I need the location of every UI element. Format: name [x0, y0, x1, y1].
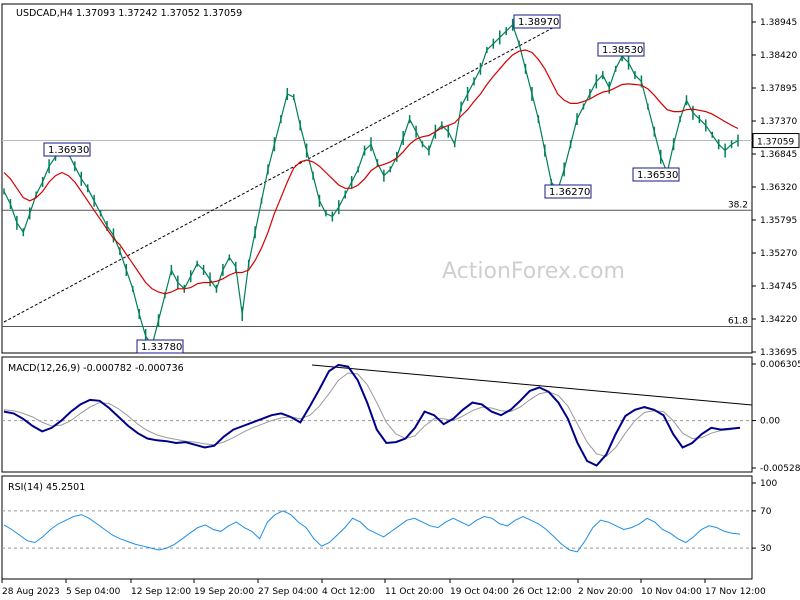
time-axis: 28 Aug 2023 5 Sep 04:00 12 Sep 12:00 19 Sep… — [1, 579, 766, 597]
time-tick-label: 11 Oct 20:00 — [385, 587, 444, 597]
price-tick-label: 1.38420 — [760, 51, 797, 61]
price-tick-label: 1.35795 — [760, 216, 797, 226]
pivot-label: 1.33780 — [141, 342, 182, 353]
time-tick-label: 27 Sep 04:00 — [258, 587, 318, 597]
macd-tick-label: 0.00 — [760, 417, 780, 427]
macd-title: MACD(12,26,9) -0.000782 -0.000736 — [8, 363, 184, 374]
rsi-tick-label: 100 — [760, 479, 777, 489]
time-tick-label: 12 Sep 12:00 — [131, 587, 191, 597]
time-tick-label: 19 Sep 20:00 — [194, 587, 254, 597]
rsi-tick-label: 30 — [760, 544, 772, 554]
pivot-label: 1.38970 — [518, 17, 559, 28]
rsi-border — [1, 475, 753, 580]
fib-label: 38.2 — [728, 200, 748, 210]
current-price-label: 1.37059 — [757, 138, 794, 148]
watermark: ActionForex.com — [442, 259, 625, 284]
price-tick-label: 1.37895 — [760, 84, 797, 94]
price-tick-label: 1.34745 — [760, 282, 797, 292]
fib-label: 61.8 — [728, 317, 748, 327]
price-tick-label: 1.36845 — [760, 150, 797, 160]
chart-frame — [1, 3, 753, 580]
price-tick-label: 1.37370 — [760, 117, 797, 127]
time-tick-label: 4 Oct 12:00 — [322, 587, 375, 597]
pivot-label: 1.36530 — [637, 170, 678, 181]
price-tick-label: 1.34220 — [760, 315, 797, 325]
pivot-label: 1.38530 — [602, 45, 643, 56]
time-tick-label: 5 Sep 04:00 — [66, 587, 121, 597]
pivot-label: 1.36930 — [48, 145, 89, 156]
rsi-title: RSI(14) 45.2501 — [8, 482, 85, 493]
price-tick-label: 1.36320 — [760, 183, 797, 193]
price-tick-label: 1.33695 — [760, 348, 797, 358]
time-tick-label: 2 Nov 20:00 — [578, 587, 633, 597]
pivot-label: 1.36270 — [549, 187, 590, 198]
time-tick-label: 28 Aug 2023 — [2, 587, 60, 597]
macd-tick-label: -0.005283 — [760, 464, 800, 474]
time-tick-label: 19 Oct 04:00 — [450, 587, 509, 597]
rsi-tick-label: 70 — [760, 507, 772, 517]
time-tick-label: 10 Nov 04:00 — [641, 587, 702, 597]
time-tick-label: 26 Oct 12:00 — [513, 587, 572, 597]
symbol-header: USDCAD,H4 1.37093 1.37242 1.37052 1.3705… — [16, 8, 242, 19]
price-tick-label: 1.35270 — [760, 249, 797, 259]
macd-tick-label: 0.006305 — [760, 360, 800, 370]
usdcad-h4-chart: 1.38945 1.38420 1.37895 1.37370 1.36845 1.363… — [1, 3, 800, 597]
time-tick-label: 17 Nov 12:00 — [705, 587, 766, 597]
macd-border — [1, 356, 753, 473]
price-tick-label: 1.38945 — [760, 18, 797, 28]
